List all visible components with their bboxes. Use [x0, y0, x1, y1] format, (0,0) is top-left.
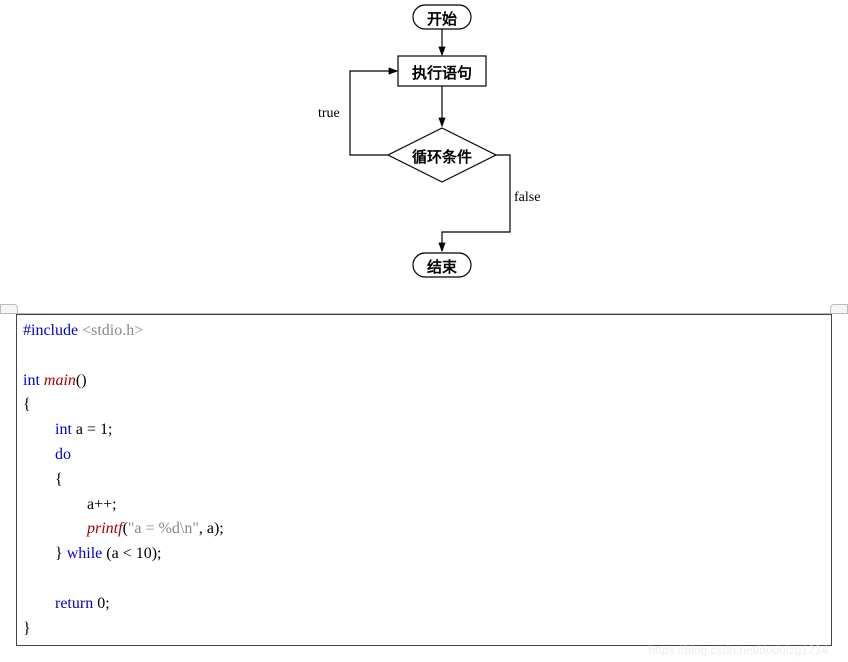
return-keyword: return	[55, 595, 93, 612]
indent: }	[23, 545, 67, 562]
code-line: {	[23, 393, 825, 418]
indent	[23, 595, 55, 612]
while-cond: (a < 10);	[102, 545, 161, 562]
include-header: <stdio.h>	[78, 322, 143, 339]
indent	[23, 421, 55, 438]
code-line: {	[23, 468, 825, 493]
code-line: int main()	[23, 369, 825, 394]
code-blank-line	[23, 567, 825, 592]
action-node-label: 执行语句	[398, 62, 486, 83]
true-edge-label: true	[318, 106, 340, 122]
flowchart: 开始 执行语句 循环条件 结束 true false	[0, 0, 848, 300]
code-line: #include <stdio.h>	[23, 319, 825, 344]
do-keyword: do	[55, 446, 71, 463]
int-keyword: int	[23, 372, 40, 389]
code-line: return 0;	[23, 592, 825, 617]
code-line: do	[23, 443, 825, 468]
code-line: } while (a < 10);	[23, 542, 825, 567]
indent	[23, 520, 87, 537]
false-edge-label: false	[514, 190, 540, 206]
code-line: a++;	[23, 493, 825, 518]
printf-args: , a);	[199, 520, 224, 537]
include-keyword: #include	[23, 322, 78, 339]
code-line: }	[23, 617, 825, 642]
panel-separator	[0, 300, 848, 314]
condition-node-label: 循环条件	[388, 146, 496, 167]
indent	[23, 446, 55, 463]
code-line: int a = 1;	[23, 418, 825, 443]
end-node-label: 结束	[413, 256, 471, 277]
watermark: https://blog.csdn.net/dodolzg1234	[649, 641, 828, 660]
while-keyword: while	[67, 545, 103, 562]
decl-text: a = 1;	[72, 421, 113, 438]
string-literal: "a = %d\n"	[128, 520, 199, 537]
main-function: main	[40, 372, 76, 389]
int-keyword: int	[55, 421, 72, 438]
code-line: printf("a = %d\n", a);	[23, 517, 825, 542]
code-blank-line	[23, 344, 825, 369]
return-val: 0;	[93, 595, 109, 612]
start-node-label: 开始	[413, 8, 471, 29]
separator-line	[0, 313, 848, 314]
printf-function: printf	[87, 520, 123, 537]
main-paren: ()	[76, 372, 87, 389]
code-block: #include <stdio.h> int main() { int a = …	[16, 314, 832, 646]
